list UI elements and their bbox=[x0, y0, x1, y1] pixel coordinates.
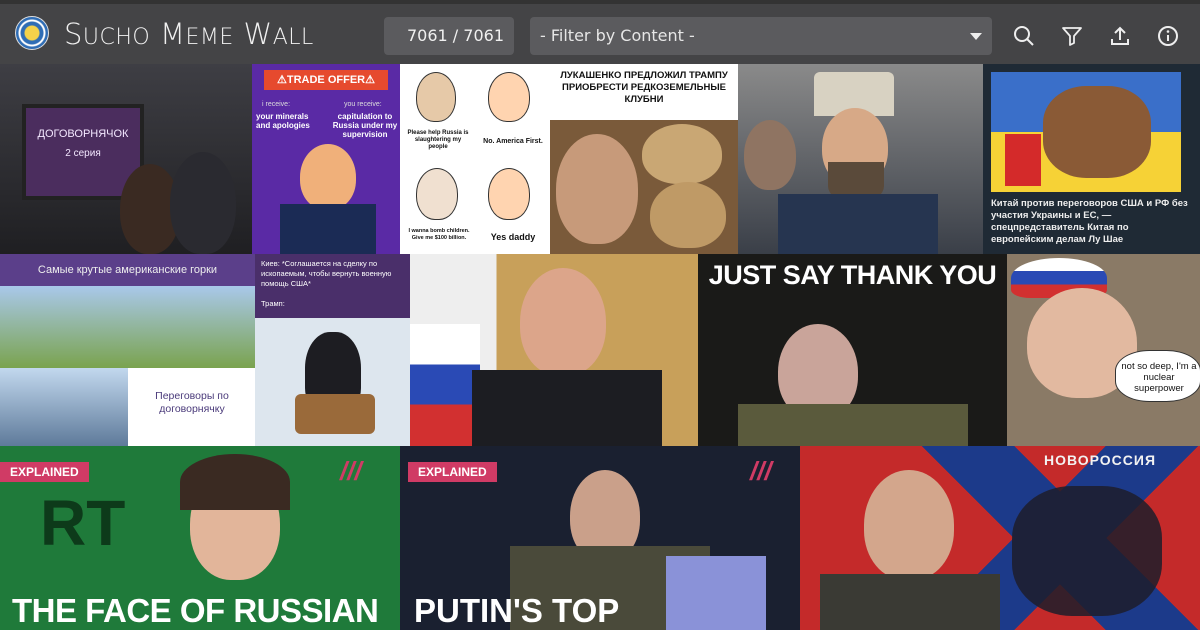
info-icon[interactable] bbox=[1156, 24, 1180, 48]
meme-tile-roller-coaster[interactable]: Самые крутые американские горки Перегово… bbox=[0, 254, 255, 446]
face bbox=[488, 72, 530, 122]
chair bbox=[295, 394, 375, 434]
header-bar: SUCHO MEME WALL 7061 / 7061 - Filter by … bbox=[0, 0, 1200, 64]
person-silhouette bbox=[170, 152, 236, 254]
coaster-image bbox=[0, 368, 128, 446]
double-headed-eagle bbox=[1012, 486, 1162, 616]
tv-channel-logo: /// bbox=[750, 456, 772, 486]
meme-tile-rt-explained[interactable]: EXPLAINED /// RT THE FACE OF RUSSIAN bbox=[0, 446, 400, 630]
potato bbox=[642, 124, 722, 184]
suit bbox=[280, 204, 376, 254]
potato bbox=[650, 182, 726, 248]
meme-tile-lukashenko[interactable]: ЛУКАШЕНКО ПРЕДЛОЖИЛ ТРАМПУ ПРИОБРЕСТИ РЕ… bbox=[550, 64, 738, 254]
face bbox=[864, 470, 954, 580]
filter-placeholder: - Filter by Content - bbox=[540, 26, 695, 45]
face bbox=[488, 168, 530, 220]
meme-tile-four-panel[interactable]: Please help Russia is slaughtering my pe… bbox=[400, 64, 550, 254]
sucho-logo[interactable] bbox=[15, 16, 49, 50]
meme-tile-trade-offer[interactable]: ⚠TRADE OFFER⚠ i receive: you receive: yo… bbox=[252, 64, 400, 254]
result-counter: 7061 / 7061 bbox=[384, 17, 514, 55]
meme-tile-kadyrov[interactable] bbox=[738, 64, 983, 254]
upload-icon[interactable] bbox=[1108, 24, 1132, 48]
pingu-caption: Киев: *Соглашается на сделку по ископаем… bbox=[255, 254, 410, 318]
shirt bbox=[820, 574, 1000, 630]
face bbox=[416, 168, 458, 220]
meme-tile-thank-you[interactable]: JUST SAY THANK YOU bbox=[698, 254, 1007, 446]
meme-tile-pingu[interactable]: Киев: *Соглашается на сделку по ископаем… bbox=[255, 254, 410, 446]
chevron-down-icon bbox=[970, 33, 982, 40]
bear bbox=[1043, 86, 1151, 178]
meme-tile-dogovornyachok[interactable]: ДОГОВОРНЯЧОК 2 серия bbox=[0, 64, 252, 254]
search-icon[interactable] bbox=[1012, 24, 1036, 48]
face bbox=[416, 72, 456, 122]
tv-channel-logo: /// bbox=[340, 456, 362, 486]
meme-tile-novorossiya[interactable]: НОВОРОССИЯ bbox=[800, 446, 1200, 630]
meme-tile-superpower[interactable]: not so deep, I'm a nuclear superpower bbox=[1007, 254, 1200, 446]
coaster-image bbox=[0, 286, 255, 368]
meme-tile-putins-top[interactable]: EXPLAINED /// PUTIN'S TOP bbox=[400, 446, 800, 630]
laptop-z bbox=[666, 556, 766, 630]
filter-icon[interactable] bbox=[1060, 24, 1084, 48]
app-title: SUCHO MEME WALL bbox=[64, 17, 314, 51]
meme-tile-official[interactable] bbox=[410, 254, 698, 446]
face bbox=[300, 144, 356, 210]
face bbox=[520, 268, 606, 376]
face bbox=[556, 134, 638, 244]
hair bbox=[180, 454, 290, 510]
speech-bubble: not so deep, I'm a nuclear superpower bbox=[1115, 350, 1200, 402]
uniform bbox=[778, 194, 938, 254]
jacket bbox=[738, 404, 968, 446]
russia-flag bbox=[410, 324, 480, 446]
filter-content-select[interactable]: - Filter by Content - bbox=[530, 17, 992, 55]
china-flag bbox=[1005, 134, 1041, 186]
meme-tile-china[interactable]: Китай против переговоров США и РФ без уч… bbox=[983, 64, 1200, 254]
suit bbox=[472, 370, 662, 446]
face bbox=[744, 120, 796, 190]
